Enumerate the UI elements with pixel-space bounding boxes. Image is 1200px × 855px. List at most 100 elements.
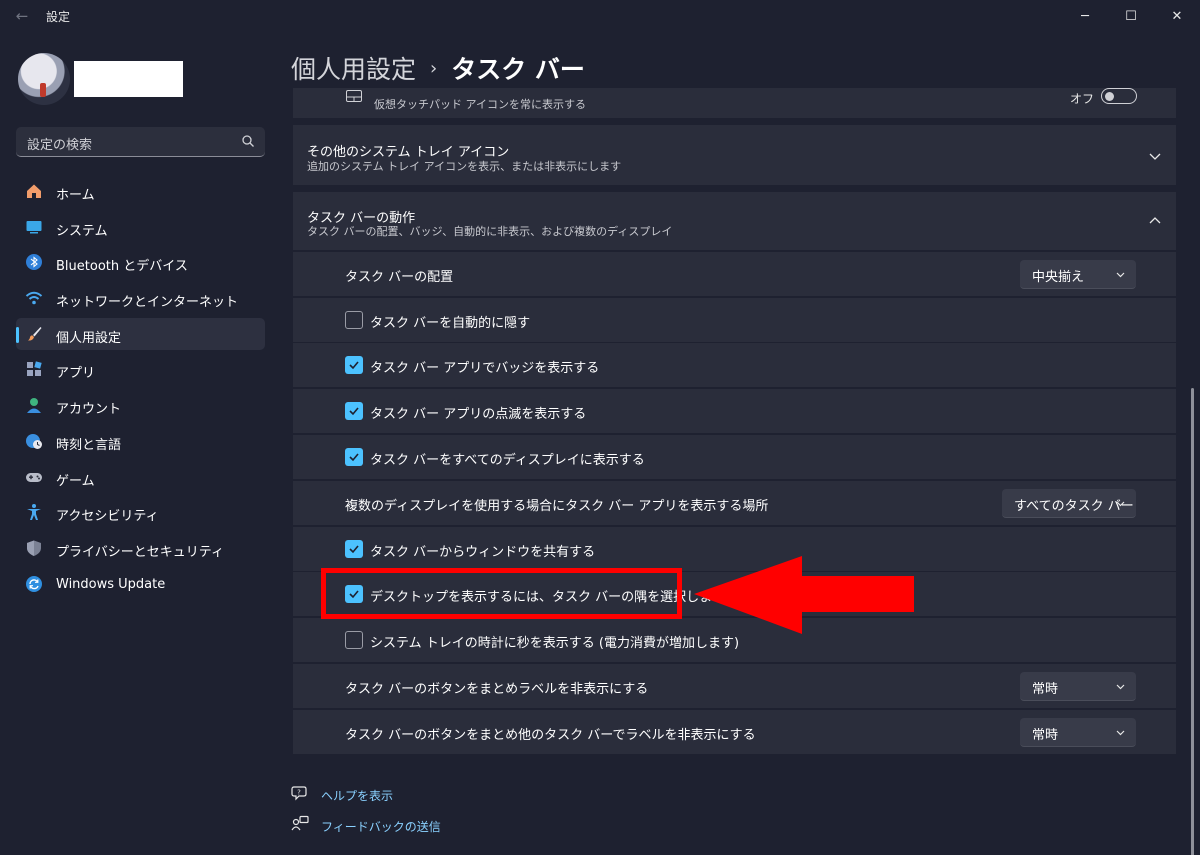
clock-seconds-checkbox[interactable] [345,631,363,649]
sidebar-item-label: Bluetooth とデバイス [56,259,188,275]
sidebar-item-label: アクセシビリティ [56,509,159,525]
sidebar-nav: ホーム システム Bluetooth とデバイス ネットワークとインターネット [16,175,265,603]
account-icon [27,398,41,414]
title-bar: ← 設定 ─ ☐ ✕ [0,0,1200,32]
search-input[interactable]: 設定の検索 [16,127,265,157]
chevron-down-icon [1116,501,1125,507]
highlight-box [321,568,682,619]
auto-hide-checkbox[interactable] [345,311,363,329]
maximize-button[interactable]: ☐ [1108,0,1154,32]
time-language-icon [26,433,42,449]
search-icon [242,135,254,147]
multi-display-dropdown[interactable]: すべてのタスク バー [1002,489,1136,518]
combine-other-row: タスク バーのボタンをまとめ他のタスク バーでラベルを非表示にする 常時 [293,710,1176,754]
sidebar-item-accounts[interactable]: アカウント [16,389,265,421]
auto-hide-row[interactable]: タスク バーを自動的に隠す [293,298,1176,342]
badges-label: タスク バー アプリでバッジを表示する [370,361,600,376]
sidebar-item-label: プライバシーとセキュリティ [56,544,224,560]
flashing-label: タスク バー アプリの点滅を表示する [370,407,587,422]
sidebar-item-accessibility[interactable]: アクセシビリティ [16,496,265,528]
share-window-checkbox[interactable] [345,540,363,558]
tray-icons-section[interactable]: その他のシステム トレイ アイコン 追加のシステム トレイ アイコンを表示、また… [293,125,1176,185]
avatar[interactable] [18,53,70,105]
alignment-dropdown[interactable]: 中央揃え [1020,260,1136,289]
all-displays-label: タスク バーをすべてのディスプレイに表示する [370,453,645,468]
close-button[interactable]: ✕ [1154,0,1200,32]
wifi-icon [25,291,43,305]
checkmark-icon [349,453,359,462]
sidebar-item-label: ゲーム [56,473,95,489]
combine-buttons-value: 常時 [1032,682,1059,697]
sidebar-item-bluetooth[interactable]: Bluetooth とデバイス [16,246,265,278]
sidebar-item-label: システム [56,223,108,239]
sidebar-item-apps[interactable]: アプリ [16,353,265,385]
user-name-redacted [74,61,183,97]
combine-buttons-dropdown[interactable]: 常時 [1020,672,1136,701]
shield-icon [27,540,41,556]
taskbar-behaviors-header[interactable]: タスク バーの動作 タスク バーの配置、バッジ、自動的に非表示、および複数のディ… [293,192,1176,250]
all-displays-checkbox[interactable] [345,448,363,466]
clock-seconds-label: システム トレイの時計に秒を表示する (電力消費が増加します) [370,636,740,651]
sidebar-item-time-language[interactable]: 時刻と言語 [16,425,265,457]
home-icon [27,184,41,198]
sidebar-item-network[interactable]: ネットワークとインターネット [16,282,265,314]
flashing-row[interactable]: タスク バー アプリの点滅を表示する [293,389,1176,433]
checkmark-icon [349,407,359,416]
checkmark-icon [349,545,359,554]
touchpad-label: 仮想タッチパッド アイコンを常に表示する [374,98,586,111]
sidebar-item-label: 時刻と言語 [56,437,122,453]
back-arrow-icon[interactable]: ← [12,6,32,26]
search-placeholder: 設定の検索 [27,138,93,153]
touchpad-toggle[interactable] [1101,88,1137,104]
sidebar-item-label: Windows Update [56,576,166,592]
alignment-row: タスク バーの配置 中央揃え [293,252,1176,296]
help-link-label: ヘルプを表示 [321,789,394,803]
settings-window: ← 設定 ─ ☐ ✕ 設定の検索 ホーム システム Bluetooth とデバイ… [0,0,1200,855]
tray-section-subtitle: 追加のシステム トレイ アイコンを表示、または非表示にします [307,160,622,173]
sidebar-item-gaming[interactable]: ゲーム [16,461,265,493]
feedback-icon [291,815,309,831]
system-icon [26,220,42,234]
behaviors-subtitle: タスク バーの配置、バッジ、自動的に非表示、および複数のディスプレイ [307,225,673,238]
chevron-down-icon [1149,153,1161,160]
chevron-down-icon [1116,684,1125,690]
toggle-state-label: オフ [1070,92,1095,106]
breadcrumb: 個人用設定 › タスク バー [291,50,585,86]
combine-buttons-row: タスク バーのボタンをまとめラベルを非表示にする 常時 [293,664,1176,708]
red-arrow-icon [694,556,914,634]
page-title: タスク バー [451,55,585,84]
badges-row[interactable]: タスク バー アプリでバッジを表示する [293,343,1176,387]
window-controls: ─ ☐ ✕ [1062,0,1200,32]
all-displays-row[interactable]: タスク バーをすべてのディスプレイに表示する [293,435,1176,479]
accessibility-icon [27,504,41,521]
windows-update-icon [26,575,42,592]
window-title: 設定 [46,10,71,24]
alignment-value: 中央揃え [1032,270,1085,285]
flashing-checkbox[interactable] [345,402,363,420]
sidebar-item-windows-update[interactable]: Windows Update [16,568,265,600]
gamepad-icon [26,472,42,482]
chevron-up-icon [1149,217,1161,224]
combine-other-dropdown[interactable]: 常時 [1020,718,1136,747]
apps-icon [27,361,42,377]
combine-other-label: タスク バーのボタンをまとめ他のタスク バーでラベルを非表示にする [345,728,756,743]
sidebar-item-system[interactable]: システム [16,211,265,243]
sidebar-item-home[interactable]: ホーム [16,175,265,207]
sidebar-item-privacy[interactable]: プライバシーとセキュリティ [16,532,265,564]
multi-display-label: 複数のディスプレイを使用する場合にタスク バー アプリを表示する場所 [345,499,769,514]
sidebar-item-label: ネットワークとインターネット [56,295,239,311]
svg-text:?: ? [297,789,301,797]
combine-other-value: 常時 [1032,728,1059,743]
minimize-button[interactable]: ─ [1062,0,1108,32]
sidebar-item-label: 個人用設定 [56,330,122,346]
touchpad-row: 仮想タッチパッド アイコンを常に表示する オフ [293,88,1176,118]
feedback-link-label: フィードバックの送信 [321,820,441,834]
checkmark-icon [349,361,359,370]
breadcrumb-parent[interactable]: 個人用設定 [291,50,416,86]
brush-icon [28,326,42,341]
badges-checkbox[interactable] [345,356,363,374]
sidebar-item-label: ホーム [56,188,95,203]
sidebar-item-label: アカウント [56,402,122,418]
scrollbar[interactable] [1191,388,1194,855]
sidebar-item-personalization[interactable]: 個人用設定 [16,317,265,350]
